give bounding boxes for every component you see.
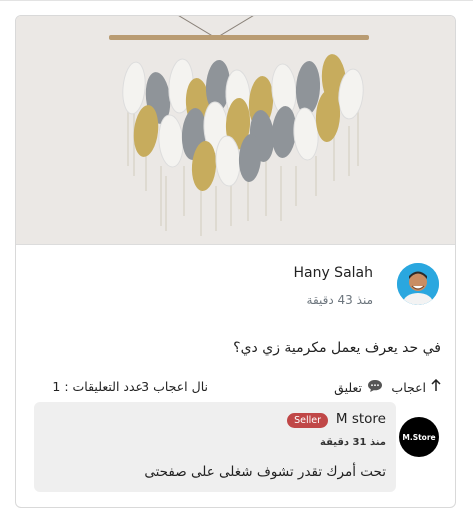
image-divider: [16, 244, 455, 245]
likes-count: نال اعجاب 3: [141, 379, 208, 394]
author-avatar[interactable]: [397, 263, 439, 305]
arrow-up-icon: [431, 378, 441, 395]
seller-badge: Seller: [287, 413, 328, 428]
post-timestamp: منذ 43 دقيقة: [306, 293, 373, 307]
post-image[interactable]: [16, 16, 455, 244]
like-button[interactable]: اعجاب: [391, 378, 441, 395]
comment-bubble: M store Seller منذ 31 دقيقة تحت أمرك تقد…: [34, 402, 396, 492]
comment-button[interactable]: تعليق: [334, 379, 383, 396]
commenter-avatar[interactable]: M.Store: [399, 417, 439, 457]
author-name[interactable]: Hany Salah: [293, 265, 373, 281]
post-card: Hany Salah منذ 43 دقيقة في حد يعرف يعمل …: [15, 15, 456, 508]
page-top-border: [0, 0, 473, 1]
comments-count: عدد التعليقات : 1: [52, 379, 143, 394]
comment-text: تحت أمرك تقدر تشوف شغلى على صفحتى: [144, 464, 386, 480]
like-label: اعجاب: [391, 379, 426, 395]
post-actions-bar: اعجاب تعليق نال اعجاب 3 عدد التعليقات : …: [16, 378, 455, 399]
chat-bubble-icon: [367, 379, 383, 396]
comment-timestamp: منذ 31 دقيقة: [320, 437, 386, 448]
post-text: في حد يعرف يعمل مكرمية زي دي؟: [233, 340, 441, 356]
comment-label: تعليق: [334, 380, 362, 395]
commenter-name[interactable]: M store: [336, 411, 386, 427]
